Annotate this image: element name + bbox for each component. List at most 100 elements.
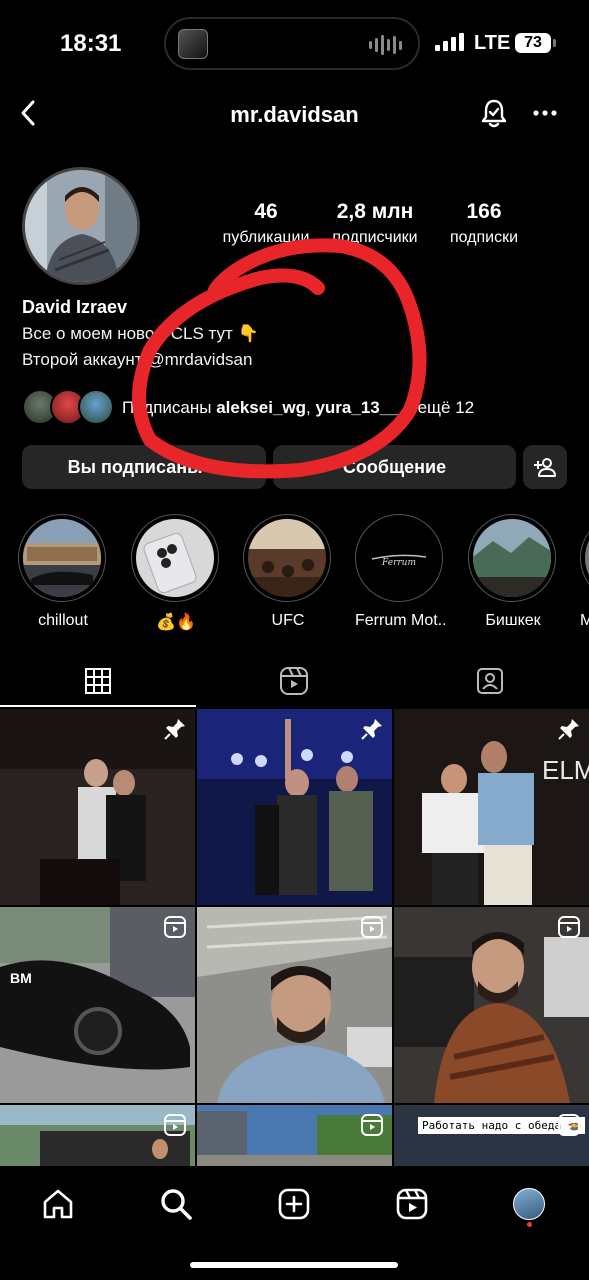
nav-profile[interactable]: [509, 1184, 549, 1224]
tab-reels[interactable]: [196, 655, 392, 707]
tab-tagged[interactable]: [392, 655, 588, 707]
audio-wave-icon: [369, 35, 402, 55]
pin-icon: [558, 719, 579, 740]
add-person-icon: [534, 458, 556, 477]
reels-icon: [280, 667, 308, 695]
following-button[interactable]: Вы подписаны ▼: [22, 445, 266, 489]
bio-line-1: Все о моем новом CLS тут 👇: [22, 324, 259, 343]
highlight-money-fire[interactable]: 💰🔥: [131, 514, 221, 632]
status-bar: 18:31 LTE 73: [0, 0, 589, 90]
follower-avatar: [78, 389, 114, 425]
followers-label: подписчики: [332, 229, 418, 246]
stat-following[interactable]: 166 подписки: [436, 200, 532, 247]
chevron-down-icon: ▼: [208, 460, 221, 474]
post-thumbnail[interactable]: [0, 1105, 195, 1167]
pin-icon: [164, 719, 185, 740]
bio-line-2[interactable]: Второй аккаунт @mrdavidsan: [22, 350, 252, 370]
highlight-logo-text: Ferrum: [381, 558, 416, 568]
add-post-icon: [278, 1188, 310, 1220]
highlight-label: Бишкек: [485, 612, 541, 629]
bottom-navigation: [0, 1166, 589, 1280]
home-indicator[interactable]: [190, 1262, 398, 1268]
status-time: 18:31: [60, 30, 122, 57]
post-thumbnail[interactable]: [197, 907, 392, 1103]
followed-by-user-2[interactable]: yura_13__: [315, 398, 398, 417]
highlight-label: M: [580, 612, 589, 629]
following-count: 166: [466, 200, 502, 223]
profile-notification-dot: [527, 1222, 532, 1227]
pin-icon: [361, 719, 382, 740]
signal-icon: [435, 33, 464, 51]
grid-icon: [85, 668, 111, 694]
highlight-cover: [585, 519, 589, 597]
home-icon: [43, 1189, 73, 1219]
profile-header: mr.davidsan: [0, 90, 589, 140]
highlight-ferrum[interactable]: Ferrum Ferrum Mot...: [355, 514, 445, 630]
nav-create[interactable]: [274, 1184, 314, 1224]
followed-by-suffix: и ещё 12: [398, 398, 475, 417]
now-playing-thumbnail: [178, 29, 208, 59]
posts-count: 46: [254, 200, 278, 223]
message-button[interactable]: Сообщение: [273, 445, 516, 489]
highlight-label: UFC: [271, 612, 305, 629]
battery-icon: 73: [515, 33, 551, 53]
dynamic-island[interactable]: [164, 17, 420, 70]
post-thumbnail[interactable]: ELMAN: [394, 709, 589, 905]
nav-search[interactable]: [156, 1184, 196, 1224]
followed-by-row[interactable]: Подписаны aleksei_wg, yura_13__ и ещё 12: [22, 389, 582, 429]
avatar-photo: [25, 170, 137, 282]
highlight-label: chillout: [38, 612, 88, 629]
car-plate-text: BM: [10, 970, 32, 986]
profile-tabs: [0, 655, 589, 707]
followed-by-text: Подписаны aleksei_wg, yura_13__ и ещё 12: [122, 398, 474, 418]
nav-reels[interactable]: [392, 1184, 432, 1224]
highlight-ufc[interactable]: UFC: [243, 514, 333, 630]
message-button-label: Сообщение: [342, 456, 447, 477]
highlight-bishkek[interactable]: Бишкек: [468, 514, 558, 630]
nav-home[interactable]: [38, 1184, 78, 1224]
followers-count: 2,8 млн: [336, 200, 414, 223]
display-name: David Izraev: [22, 297, 128, 317]
reels-icon: [164, 916, 186, 938]
post-thumbnail[interactable]: BM: [0, 907, 195, 1103]
notification-bell-icon[interactable]: [478, 96, 510, 130]
tab-posts-grid[interactable]: [0, 655, 196, 707]
battery-tip: [553, 39, 556, 47]
reels-icon: [396, 1188, 428, 1220]
highlight-label: 💰🔥: [156, 614, 196, 631]
highlight-cover: [136, 519, 214, 597]
profile-avatar[interactable]: [22, 167, 140, 285]
highlight-chillout[interactable]: chillout: [18, 514, 108, 630]
posts-label: публикации: [222, 229, 310, 246]
following-button-label: Вы подписаны: [67, 456, 203, 477]
stat-posts[interactable]: 46 публикации: [216, 200, 316, 247]
highlight-cover: Ferrum: [360, 519, 438, 597]
highlight-cover: [473, 519, 551, 597]
network-type: LTE: [474, 32, 511, 54]
post-thumbnail[interactable]: [0, 709, 195, 905]
active-tab-indicator: [0, 705, 196, 707]
reels-icon: [361, 916, 383, 938]
reels-icon: [558, 916, 580, 938]
more-options-icon[interactable]: [532, 100, 558, 126]
search-icon: [161, 1189, 192, 1220]
post-thumbnail[interactable]: [394, 907, 589, 1103]
highlight-cover: [248, 519, 326, 597]
post-sign-text: ELMAN: [542, 755, 589, 785]
post-thumbnail[interactable]: [197, 709, 392, 905]
stat-followers[interactable]: 2,8 млн подписчики: [322, 200, 428, 247]
highlight-partial[interactable]: M: [580, 514, 589, 630]
following-label: подписки: [449, 229, 519, 246]
profile-avatar-small: [513, 1188, 545, 1220]
post-thumbnail[interactable]: [197, 1105, 392, 1167]
followed-by-user-1[interactable]: aleksei_wg: [216, 398, 306, 417]
tagged-person-icon: [477, 668, 503, 694]
highlight-label: Ferrum Mot...: [355, 612, 445, 629]
reels-icon: [164, 1114, 186, 1136]
post-thumbnail[interactable]: Работать надо с обеда 🍲: [394, 1105, 589, 1167]
highlight-cover: [23, 519, 101, 597]
reels-icon: [361, 1114, 383, 1136]
followed-by-prefix: Подписаны: [122, 398, 217, 417]
reels-icon: [558, 1114, 580, 1136]
suggest-people-button[interactable]: [523, 445, 567, 489]
